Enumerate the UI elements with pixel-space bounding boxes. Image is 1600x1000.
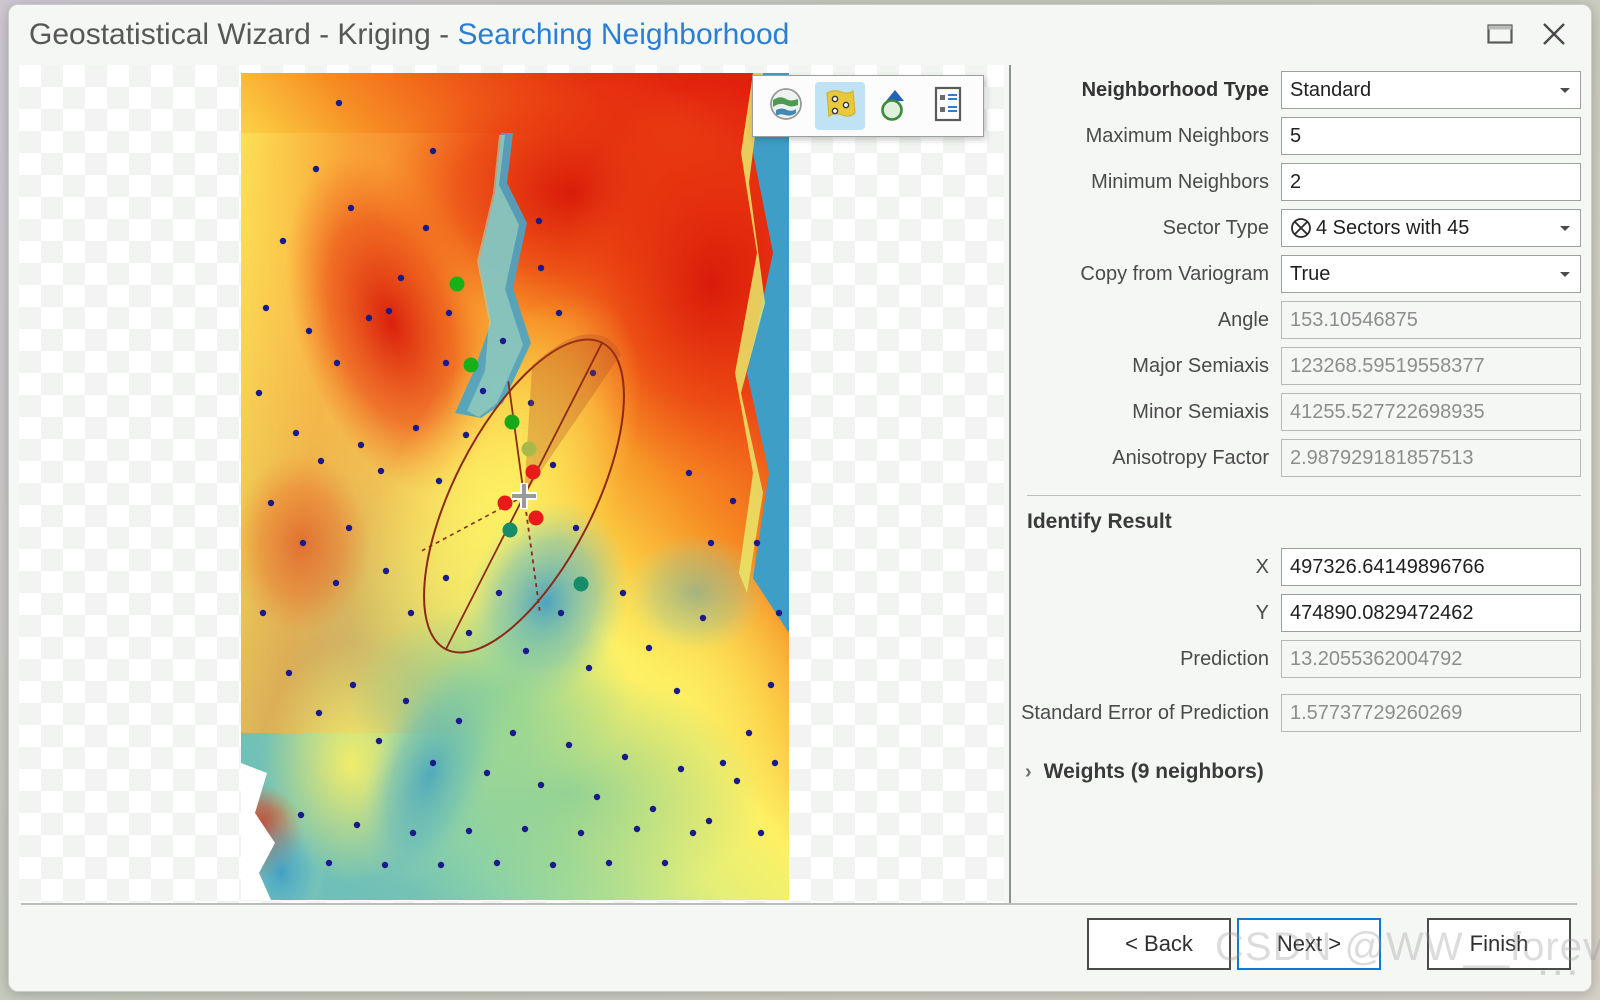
- circle-triangle-icon-button[interactable]: [869, 82, 919, 130]
- label-minimum-neighbors: Minimum Neighbors: [1091, 170, 1269, 193]
- input-minimum-neighbors[interactable]: 2: [1281, 163, 1581, 201]
- row-prediction: Prediction 13.2055362004792: [1019, 640, 1581, 678]
- value-maximum-neighbors: 5: [1290, 124, 1302, 147]
- input-major-semiaxis: 123268.59519558377: [1281, 347, 1581, 385]
- surface-points-icon-button[interactable]: [815, 82, 865, 130]
- input-minor-semiaxis: 41255.527722698935: [1281, 393, 1581, 431]
- back-button[interactable]: < Back: [1087, 918, 1231, 970]
- input-standard-error: 1.57737729260269: [1281, 694, 1581, 732]
- select-sector-type[interactable]: 4 Sectors with 45: [1281, 209, 1581, 247]
- value-x: 497326.64149896766: [1290, 555, 1485, 578]
- value-standard-error: 1.57737729260269: [1290, 701, 1463, 724]
- title-bar: Geostatistical Wizard - Kriging - Search…: [9, 5, 1591, 67]
- wizard-footer: < Back Next > Finish: [9, 905, 1591, 991]
- label-sector-type: Sector Type: [1162, 216, 1269, 239]
- input-prediction: 13.2055362004792: [1281, 640, 1581, 678]
- input-anisotropy-factor: 2.987929181857513: [1281, 439, 1581, 477]
- input-x[interactable]: 497326.64149896766: [1281, 548, 1581, 586]
- row-minor-semiaxis: Minor Semiaxis 41255.527722698935: [1019, 393, 1581, 431]
- chevron-down-icon: [1560, 272, 1570, 277]
- label-anisotropy-factor: Anisotropy Factor: [1112, 446, 1269, 469]
- chevron-right-icon: ›: [1025, 760, 1032, 783]
- title-step-text: Searching Neighborhood: [457, 18, 790, 51]
- title-main-text: Geostatistical Wizard - Kriging -: [29, 18, 458, 51]
- circle-triangle-icon: [875, 86, 913, 127]
- section-divider: [1027, 495, 1581, 496]
- chevron-down-icon: [1560, 88, 1570, 93]
- legend-icon: [933, 86, 963, 127]
- value-neighborhood-type: Standard: [1290, 78, 1372, 101]
- row-neighborhood-type: Neighborhood Type Standard: [1019, 71, 1581, 109]
- close-button[interactable]: [1531, 13, 1577, 55]
- label-prediction: Prediction: [1180, 647, 1269, 670]
- row-anisotropy-factor: Anisotropy Factor 2.987929181857513: [1019, 439, 1581, 477]
- row-copy-from-variogram: Copy from Variogram True: [1019, 255, 1581, 293]
- value-y: 474890.0829472462: [1290, 601, 1474, 624]
- weights-expander[interactable]: › Weights (9 neighbors): [1025, 760, 1581, 784]
- input-angle: 153.10546875: [1281, 301, 1581, 339]
- map-panel[interactable]: [19, 65, 1004, 903]
- close-icon: [1541, 21, 1567, 47]
- page-title: Geostatistical Wizard - Kriging - Search…: [29, 18, 789, 52]
- value-minor-semiaxis: 41255.527722698935: [1290, 400, 1485, 423]
- map-view-toolbar[interactable]: [752, 75, 984, 137]
- panel-splitter[interactable]: [1009, 65, 1011, 903]
- surface-points-icon: [822, 87, 858, 126]
- label-x: X: [1255, 555, 1269, 578]
- select-neighborhood-type[interactable]: Standard: [1281, 71, 1581, 109]
- row-standard-error: Standard Error of Prediction 1.577377292…: [1019, 686, 1581, 740]
- chevron-down-icon: [1560, 226, 1570, 231]
- weights-label: Weights (9 neighbors): [1043, 760, 1264, 783]
- row-x: X 497326.64149896766: [1019, 548, 1581, 586]
- row-y: Y 474890.0829472462: [1019, 594, 1581, 632]
- label-maximum-neighbors: Maximum Neighbors: [1085, 124, 1269, 147]
- label-minor-semiaxis: Minor Semiaxis: [1132, 400, 1269, 423]
- value-anisotropy-factor: 2.987929181857513: [1290, 446, 1474, 469]
- identify-result-title: Identify Result: [1027, 510, 1172, 533]
- label-standard-error: Standard Error of Prediction: [1021, 701, 1269, 724]
- row-sector-type: Sector Type 4 Sectors with 45: [1019, 209, 1581, 247]
- circle-x-icon: [1290, 217, 1312, 239]
- geostatistical-wizard-dialog: Geostatistical Wizard - Kriging - Search…: [8, 4, 1592, 992]
- label-neighborhood-type: Neighborhood Type: [1081, 78, 1269, 101]
- globe-icon-button[interactable]: [761, 82, 811, 130]
- select-copy-from-variogram[interactable]: True: [1281, 255, 1581, 293]
- row-angle: Angle 153.10546875: [1019, 301, 1581, 339]
- value-angle: 153.10546875: [1290, 308, 1418, 331]
- label-copy-from-variogram: Copy from Variogram: [1080, 262, 1269, 285]
- row-minimum-neighbors: Minimum Neighbors 2: [1019, 163, 1581, 201]
- label-major-semiaxis: Major Semiaxis: [1132, 354, 1269, 377]
- input-y[interactable]: 474890.0829472462: [1281, 594, 1581, 632]
- row-major-semiaxis: Major Semiaxis 123268.59519558377: [1019, 347, 1581, 385]
- maximize-button[interactable]: [1477, 13, 1523, 55]
- legend-icon-button[interactable]: [923, 82, 973, 130]
- input-maximum-neighbors[interactable]: 5: [1281, 117, 1581, 155]
- label-angle: Angle: [1217, 308, 1269, 331]
- value-minimum-neighbors: 2: [1290, 170, 1302, 193]
- value-major-semiaxis: 123268.59519558377: [1290, 354, 1485, 377]
- kriging-prediction-raster[interactable]: [241, 73, 789, 900]
- label-y: Y: [1255, 601, 1269, 624]
- globe-icon: [768, 86, 804, 127]
- parameters-panel: Neighborhood Type Standard Maximum Neigh…: [1019, 71, 1581, 891]
- next-button[interactable]: Next >: [1237, 918, 1381, 970]
- raster-surface: [241, 73, 789, 900]
- row-maximum-neighbors: Maximum Neighbors 5: [1019, 117, 1581, 155]
- value-sector-type: 4 Sectors with 45: [1316, 216, 1470, 239]
- watermark-dots: ▪ ▪ ▪: [1540, 963, 1578, 982]
- value-prediction: 13.2055362004792: [1290, 647, 1463, 670]
- maximize-icon: [1487, 23, 1513, 45]
- value-copy-from-variogram: True: [1290, 262, 1331, 285]
